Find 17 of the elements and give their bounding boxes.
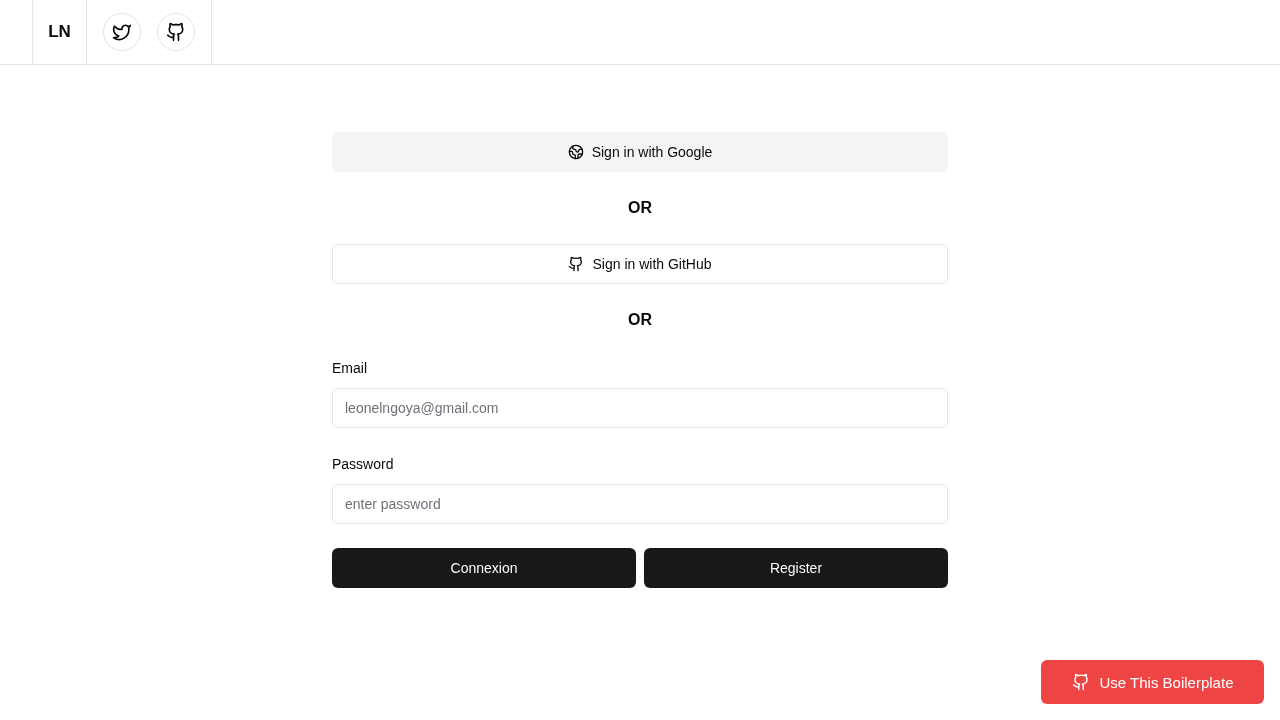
github-sign-in-button[interactable]: Sign in with GitHub [332, 244, 948, 284]
github-icon [166, 22, 186, 42]
boilerplate-button[interactable]: Use This Boilerplate [1041, 660, 1264, 704]
separator-text: OR [628, 311, 652, 329]
field-label: Email [332, 359, 367, 378]
input-field[interactable]: enter password [332, 484, 948, 524]
separator-text: OR [628, 199, 652, 217]
globe-icon [567, 144, 584, 160]
input-field[interactable]: leonelngoya@gmail.com [332, 388, 948, 428]
logo: LN [48, 22, 71, 42]
google-sign-in-button[interactable]: Sign in with Google [332, 132, 948, 172]
register-button[interactable]: Register [644, 548, 948, 588]
github-icon [1071, 673, 1090, 691]
login-button[interactable]: Connexion [332, 548, 636, 588]
field-label: Password [332, 455, 394, 474]
bird-icon [112, 22, 132, 42]
github-icon [568, 256, 585, 272]
